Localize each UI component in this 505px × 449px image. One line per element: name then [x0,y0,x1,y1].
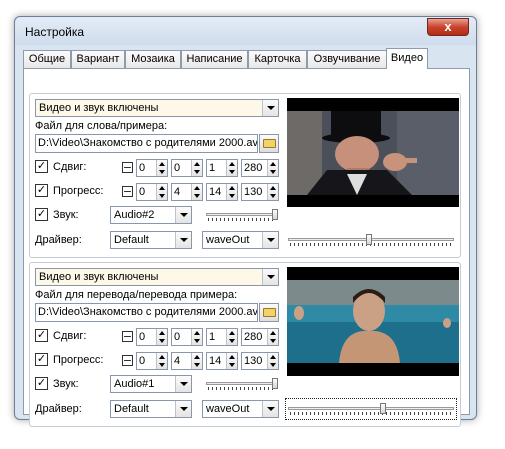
progress2-spin-3[interactable]: 14 [206,352,238,370]
shift-spin-1[interactable]: 0 [136,159,168,177]
shift-label-2: Сдвиг: [53,330,87,342]
browse-folder-button[interactable] [259,134,279,153]
volume-slider-thumb [272,209,278,220]
top-hat-man-image [287,98,459,207]
pool-man-image [287,267,459,376]
progress2-spin-2[interactable]: 4 [171,352,203,370]
shift-spin-4[interactable]: 280 [241,159,279,177]
tab-card[interactable]: Карточка [248,50,307,68]
tab-variant[interactable]: Вариант [71,50,125,68]
progress2-spin-4[interactable]: 130 [241,352,279,370]
video-tab-panel: Видео и звук включены Файл для слова/при… [23,68,470,427]
progress-spin-4[interactable]: 130 [241,183,279,201]
progress-label: Прогресс: [53,185,104,197]
sound-label-2: Звук: [53,378,79,390]
video-mode-select[interactable]: Видео и звук включены [35,99,279,117]
close-icon: x [444,19,452,34]
sound-label: Звук: [53,209,79,221]
shift-checkbox[interactable]: ✓ [35,160,48,173]
tab-video[interactable]: Видео [386,48,428,69]
shift-spin-2[interactable]: 0 [171,159,203,177]
shift2-spin-2[interactable]: 0 [171,328,203,346]
shift2-spin-4[interactable]: 280 [241,328,279,346]
sound-checkbox-2[interactable]: ✓ [35,377,48,390]
progress-checkbox-2[interactable]: ✓ [35,353,48,366]
volume-slider-2[interactable] [206,378,278,392]
folder-icon [263,308,276,317]
reset-shift-icon[interactable] [122,162,133,173]
progress-spin-1[interactable]: 0 [136,183,168,201]
word-video-group: Видео и звук включены Файл для слова/при… [29,93,461,258]
reset-progress-icon-2[interactable] [122,355,133,366]
tab-mosaic[interactable]: Мозаика [125,50,181,68]
shift2-spin-1[interactable]: 0 [136,328,168,346]
reset-progress-icon[interactable] [122,186,133,197]
browse-folder-button-2[interactable] [259,303,279,322]
settings-window: Настройка x Общие Вариант Мозаика Написа… [14,16,477,427]
shift-label: Сдвиг: [53,161,87,173]
audio-track-select[interactable]: Audio#2 [110,206,192,224]
driver-slider[interactable] [288,234,454,248]
video-preview-translation [287,267,459,376]
spin-up-icon [159,162,165,166]
tab-voicing[interactable]: Озвучивание [307,50,387,68]
driver-label-2: Драйвер: [35,403,82,415]
tab-general[interactable]: Общие [23,50,71,68]
video-preview-word [287,98,459,207]
driver-select[interactable]: Default [110,231,192,249]
output-select-2[interactable]: waveOut [202,400,279,418]
shift2-spin-3[interactable]: 1 [206,328,238,346]
audio-track-select-2[interactable]: Audio#1 [110,375,192,393]
driver-label: Драйвер: [35,234,82,246]
reset-shift-icon-2[interactable] [122,331,133,342]
tab-strip: Общие Вариант Мозаика Написание Карточка… [23,48,473,69]
driver-select-2[interactable]: Default [110,400,192,418]
chevron-down-icon [262,100,278,116]
sound-checkbox[interactable]: ✓ [35,208,48,221]
title-bar: Настройка x [15,17,476,45]
file-path-field[interactable]: D:\Video\Знакомство с родителями 2000.av… [35,134,258,153]
progress2-spin-1[interactable]: 0 [136,352,168,370]
output-select[interactable]: waveOut [202,231,279,249]
progress-checkbox[interactable]: ✓ [35,184,48,197]
tab-writing[interactable]: Написание [181,50,248,68]
volume-slider[interactable] [206,209,278,223]
translation-video-group: Видео и звук включены Файл для перевода/… [29,262,461,427]
driver-slider-2[interactable] [288,403,454,417]
close-button[interactable]: x [427,18,469,36]
shift-checkbox-2[interactable]: ✓ [35,329,48,342]
video-mode-value: Видео и звук включены [39,102,159,114]
driver-slider-thumb [366,234,372,245]
window-title: Настройка [25,25,85,39]
folder-icon [263,139,276,148]
video-mode-select-2[interactable]: Видео и звук включены [35,268,279,286]
progress-spin-3[interactable]: 14 [206,183,238,201]
progress-spin-2[interactable]: 4 [171,183,203,201]
file-path-field-2[interactable]: D:\Video\Знакомство с родителями 2000.av… [35,303,258,322]
file-label: Файл для слова/примера: [35,120,168,132]
progress-label-2: Прогресс: [53,354,104,366]
spin-down-icon [159,170,165,174]
file-label-2: Файл для перевода/перевода примера: [35,289,238,301]
shift-spin-3[interactable]: 1 [206,159,238,177]
